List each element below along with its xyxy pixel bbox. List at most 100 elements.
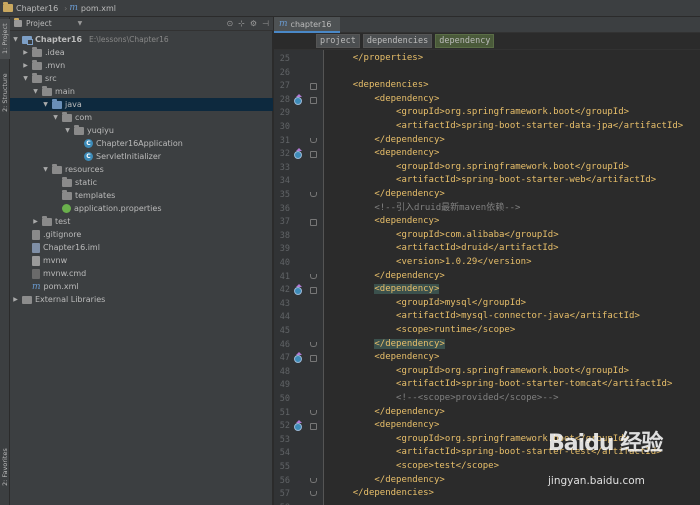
collapse-all-icon[interactable]: ⊹	[238, 19, 245, 28]
tree-item[interactable]: Chapter16.iml	[32, 241, 100, 254]
fold-toggle-icon[interactable]	[310, 491, 317, 497]
breadcrumb-dependency[interactable]: dependency	[435, 34, 495, 48]
nav-crumb-file[interactable]: m pom.xml	[69, 3, 116, 13]
tree-item[interactable]: ▼ resources	[42, 163, 104, 176]
line-number: 47	[279, 353, 290, 364]
tree-item[interactable]: static	[62, 176, 97, 189]
code-line[interactable]: <dependency>	[331, 351, 439, 365]
editor-tab-pom[interactable]: m chapter16	[274, 17, 340, 33]
code-line[interactable]: <scope>runtime</scope>	[331, 324, 515, 338]
dependency-marker-icon[interactable]	[294, 93, 302, 105]
code-line[interactable]: </dependency>	[331, 406, 444, 420]
code-line[interactable]: </properties>	[331, 52, 423, 66]
tree-item[interactable]: mvnw.cmd	[32, 267, 86, 280]
tool-tab-structure[interactable]: 2: Structure	[0, 69, 10, 117]
fold-toggle-icon[interactable]	[310, 96, 317, 104]
dependency-marker-icon[interactable]	[294, 420, 302, 432]
fold-toggle-icon[interactable]	[310, 409, 317, 415]
code-line[interactable]: <dependency>	[331, 93, 439, 107]
tool-tab-favorites[interactable]: 2: Favorites	[0, 442, 10, 492]
fold-toggle-icon[interactable]	[310, 137, 317, 143]
code-line[interactable]: <groupId>com.alibaba</groupId>	[331, 229, 559, 243]
tree-item[interactable]: ▼ src	[22, 72, 57, 85]
code-line[interactable]: </dependency>	[331, 474, 444, 488]
fold-toggle-icon[interactable]	[310, 219, 317, 227]
breadcrumb-dependencies[interactable]: dependencies	[362, 34, 433, 48]
code-line[interactable]: <dependencies>	[331, 79, 429, 93]
code-line[interactable]: </dependency>	[331, 338, 445, 352]
fold-toggle-icon[interactable]	[310, 192, 317, 197]
file-icon	[32, 229, 40, 240]
code-line[interactable]: <artifactId>spring-boot-starter-web</art…	[331, 174, 656, 188]
editor-gutter[interactable]: 25 26 27 28 29 30 31 32 33 34 35 36 37 38 39 40 41 42 43 44…	[274, 50, 324, 505]
fold-toggle-icon[interactable]	[310, 83, 317, 91]
tree-item[interactable]: ▶ External Libraries	[12, 293, 105, 306]
tree-item[interactable]: ▼ yuqiyu	[64, 124, 114, 137]
tree-item-label: pom.xml	[43, 282, 79, 291]
tree-item[interactable]: application.properties	[62, 202, 162, 215]
spring-boot-class-icon: C	[84, 139, 93, 148]
code-line[interactable]: </dependencies>	[331, 487, 434, 501]
code-line[interactable]: <!--引入druid最新maven依赖-->	[331, 202, 520, 216]
code-line[interactable]: </dependency>	[331, 134, 444, 148]
tree-root[interactable]: ▼ Chapter16 E:\lessons\Chapter16	[12, 33, 169, 46]
tree-item-label: .gitignore	[43, 230, 82, 239]
code-line[interactable]: <dependency>	[331, 147, 439, 161]
tree-item[interactable]: C Chapter16Application	[84, 137, 183, 150]
tree-item[interactable]: ▶ .idea	[22, 46, 65, 59]
collapsed-icon: ▶	[13, 296, 18, 303]
tree-item[interactable]: C ServletInitializer	[84, 150, 161, 163]
dropdown-icon[interactable]: ▼	[78, 20, 83, 27]
code-line[interactable]: </dependency>	[331, 270, 444, 284]
code-line[interactable]: <groupId>org.springframework.boot</group…	[331, 106, 629, 120]
tree-item[interactable]: ▼ main	[32, 85, 75, 98]
fold-toggle-icon[interactable]	[310, 341, 317, 347]
hide-panel-icon[interactable]: ⊣	[262, 19, 269, 28]
code-line[interactable]: <version>1.0.29</version>	[331, 256, 531, 270]
tree-item[interactable]: mvnw	[32, 254, 67, 267]
code-line[interactable]: <dependency>	[331, 215, 439, 229]
code-line[interactable]: <artifactId>mysql-connector-java</artifa…	[331, 310, 640, 324]
dependency-marker-icon[interactable]	[294, 284, 302, 296]
project-panel-header: Project ▼ ⊙ ⊹ ⚙ ⊣	[10, 17, 273, 31]
fold-toggle-icon[interactable]	[310, 273, 317, 279]
code-line[interactable]: <scope>test</scope>	[331, 460, 499, 474]
code-line[interactable]: <groupId>mysql</groupId>	[331, 297, 526, 311]
tree-item[interactable]: templates	[62, 189, 115, 202]
code-line[interactable]: <artifactId>druid</artifactId>	[331, 242, 559, 256]
code-line[interactable]: <!--<scope>provided</scope>-->	[331, 392, 559, 406]
fold-toggle-icon[interactable]	[310, 355, 317, 363]
line-number: 51	[279, 407, 290, 418]
dependency-marker-icon[interactable]	[294, 148, 302, 160]
fold-toggle-icon[interactable]	[310, 423, 317, 431]
code-line[interactable]: <groupId>org.springframework.boot</group…	[331, 365, 629, 379]
tree-item[interactable]: m pom.xml	[32, 280, 79, 293]
code-line[interactable]: <artifactId>spring-boot-starter-tomcat</…	[331, 378, 672, 392]
tree-item-label: src	[45, 74, 57, 83]
tree-item-label: yuqiyu	[87, 126, 114, 135]
fold-toggle-icon[interactable]	[310, 287, 317, 295]
code-line[interactable]: <dependency>	[331, 283, 440, 297]
dependency-marker-icon[interactable]	[294, 352, 302, 364]
code-line[interactable]: <dependency>	[331, 419, 439, 433]
tree-item[interactable]: .gitignore	[32, 228, 81, 241]
project-view-selector[interactable]: Project	[26, 19, 52, 28]
code-line[interactable]: </dependency>	[331, 188, 444, 202]
fold-toggle-icon[interactable]	[310, 477, 317, 483]
class-icon: C	[84, 152, 93, 161]
tool-tab-project[interactable]: 1: Project	[0, 19, 10, 59]
line-number: 46	[279, 339, 290, 350]
tree-item[interactable]: ▶ .mvn	[22, 59, 65, 72]
scroll-from-source-icon[interactable]: ⊙	[226, 19, 233, 28]
tree-item[interactable]: ▼ com	[52, 111, 92, 124]
code-line[interactable]: <artifactId>spring-boot-starter-data-jpa…	[331, 120, 683, 134]
code-line[interactable]: <groupId>org.springframework.boot</group…	[331, 161, 629, 175]
nav-crumb-project[interactable]: Chapter16	[3, 2, 58, 13]
tree-item-label: .mvn	[45, 61, 66, 70]
tree-item-selected[interactable]: ▼ java	[10, 98, 273, 111]
project-tree: ▼ Chapter16 E:\lessons\Chapter16 ▶ .idea…	[10, 31, 273, 505]
fold-toggle-icon[interactable]	[310, 151, 317, 159]
gear-icon[interactable]: ⚙	[250, 19, 257, 28]
breadcrumb-project[interactable]: project	[316, 34, 360, 48]
tree-item[interactable]: ▶ test	[32, 215, 70, 228]
